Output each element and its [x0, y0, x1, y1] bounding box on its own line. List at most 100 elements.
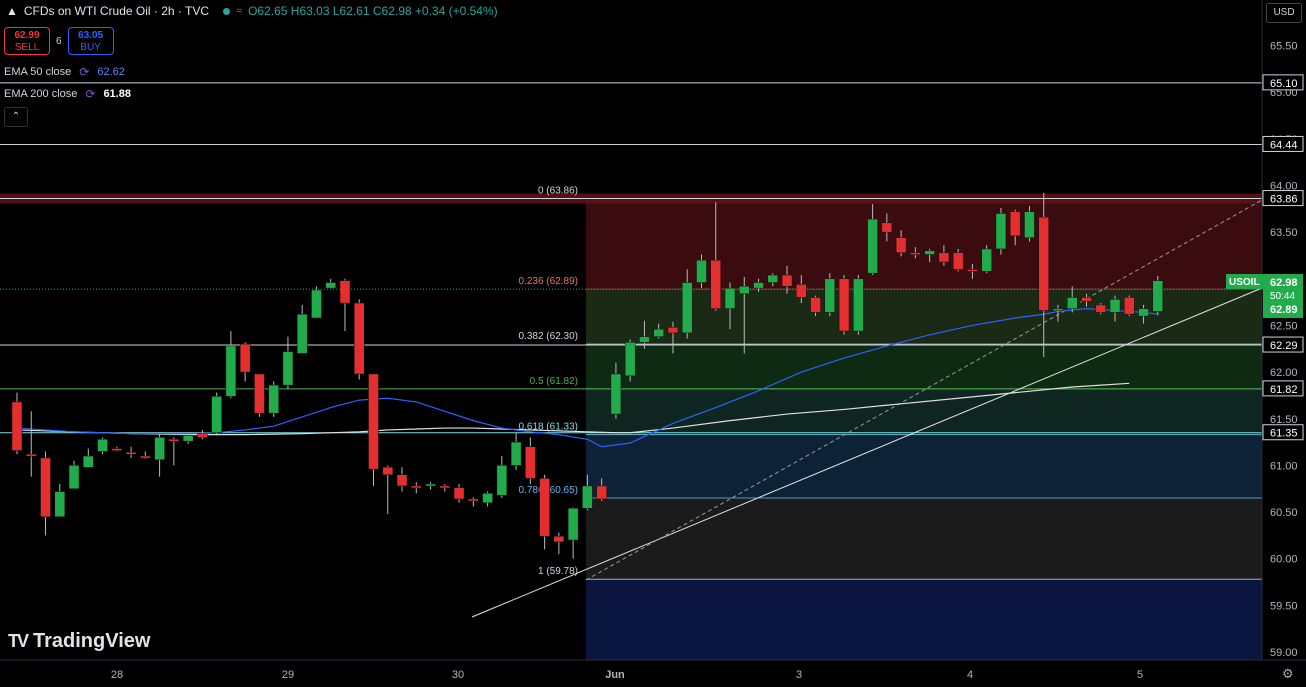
candle-body	[282, 351, 294, 386]
candle-body	[696, 259, 707, 283]
candle-body	[853, 278, 864, 332]
indicator-ema50[interactable]: EMA 50 close ⟳ 62.62	[4, 65, 125, 79]
candle-body	[867, 218, 878, 274]
candle-body	[268, 384, 279, 414]
last-price-text: 62.98	[1270, 277, 1298, 289]
candle-body	[411, 485, 422, 489]
y-tick-label: 59.50	[1270, 600, 1298, 612]
currency-selector[interactable]: USD	[1266, 3, 1302, 23]
candle-body	[1066, 297, 1078, 309]
collapse-legend-button[interactable]: ⌃	[4, 107, 28, 127]
candle-body	[582, 485, 593, 509]
candle-body	[767, 274, 779, 283]
candle-body	[667, 327, 679, 334]
candle-body	[639, 336, 650, 343]
y-tick-label: 65.50	[1270, 41, 1298, 53]
level-price-text: 62.89	[1270, 304, 1298, 316]
candle-body	[1095, 304, 1107, 313]
settings-icon[interactable]: ⚙	[1282, 666, 1294, 682]
price-label-text: 62.29	[1270, 340, 1298, 352]
candle-body	[525, 446, 536, 479]
candle-body	[111, 448, 123, 451]
candle-body	[510, 441, 522, 466]
ohlc-values: O62.65 H63.03 L62.61 C62.98 +0.34 (+0.54…	[248, 4, 498, 18]
candle-body	[296, 314, 308, 354]
sell-price: 62.99	[14, 30, 40, 41]
candle-body	[197, 433, 208, 438]
candle-body	[681, 282, 693, 334]
candle-body	[311, 289, 322, 319]
candle-body	[838, 278, 850, 332]
candle-body	[1124, 297, 1135, 315]
fib-zone	[586, 434, 1262, 499]
x-tick-label: Jun	[605, 669, 625, 681]
fib-label: 0.5 (61.82)	[530, 376, 578, 387]
candle-body	[881, 222, 893, 233]
candle-body	[368, 373, 379, 470]
y-tick-label: 59.00	[1270, 647, 1298, 659]
candle-body	[1081, 297, 1092, 302]
y-tick-label: 61.00	[1270, 460, 1298, 472]
candle-body	[353, 302, 365, 375]
spread-value: 6	[56, 35, 62, 47]
brand-name: TradingView	[33, 630, 151, 652]
candle-body	[68, 465, 80, 489]
candle-body	[753, 282, 764, 289]
market-status-icon	[223, 7, 231, 15]
candle-body	[624, 341, 636, 377]
candle-body	[610, 373, 622, 415]
candle-body	[396, 474, 408, 487]
buy-button[interactable]: 63.05 BUY	[67, 27, 114, 55]
y-tick-label: 62.00	[1270, 367, 1298, 379]
candle-body	[439, 485, 451, 489]
buy-price: 63.05	[78, 30, 104, 41]
price-label-text: 63.86	[1270, 194, 1298, 206]
countdown-text: 50:44	[1270, 291, 1295, 302]
candle-body	[211, 396, 222, 433]
candle-body	[810, 297, 821, 313]
indicator-ema200[interactable]: EMA 200 close ⟳ 61.88	[4, 87, 131, 101]
sell-button[interactable]: 62.99 SELL	[4, 27, 50, 55]
price-label-text: 64.44	[1270, 139, 1298, 151]
candle-body	[653, 328, 664, 337]
candle-body	[382, 467, 394, 475]
sell-label: SELL	[14, 42, 40, 53]
candle-body	[1138, 308, 1149, 317]
x-tick-label: 29	[282, 669, 294, 681]
price-chart[interactable]: 0 (63.86) 0.236 (62.89) 0.382 (62.30) 0.5 (…	[0, 0, 1306, 687]
candle-body	[339, 280, 351, 304]
candle-body	[54, 491, 66, 517]
candle-body	[924, 250, 935, 255]
candle-body	[1152, 280, 1164, 312]
x-tick-label: 5	[1137, 669, 1143, 681]
fib-label: 0.382 (62.30)	[519, 331, 579, 342]
fib-zone	[586, 388, 1262, 435]
candle-body	[724, 287, 736, 309]
candle-body	[239, 343, 251, 373]
loading-icon: ⟳	[79, 65, 90, 79]
candle-body	[553, 536, 565, 543]
candle-body	[895, 237, 907, 253]
candle-body	[567, 508, 579, 541]
candle-body	[739, 286, 750, 294]
fib-zone	[586, 344, 1262, 389]
candle-body	[154, 437, 165, 461]
x-tick-label: 3	[796, 669, 802, 681]
candle-body	[325, 282, 336, 289]
indicator-value: 62.62	[97, 66, 125, 78]
candle-body	[254, 373, 265, 414]
candle-body	[967, 269, 978, 272]
tradingview-icon: TV	[8, 631, 29, 651]
chart-header: ▲ CFDs on WTI Crude Oil · 2h · TVC ≈ O62…	[6, 4, 498, 18]
candle-body	[824, 278, 836, 313]
y-tick-label: 61.50	[1270, 414, 1298, 426]
candle-body	[938, 252, 950, 263]
candle-body	[225, 345, 237, 397]
candle-body	[97, 439, 108, 452]
fib-zone	[586, 579, 1262, 660]
y-tick-label: 60.50	[1270, 507, 1298, 519]
candle-body	[596, 485, 607, 500]
symbol-icon: ▲	[6, 4, 18, 18]
candle-body	[468, 498, 479, 502]
symbol-title[interactable]: CFDs on WTI Crude Oil · 2h · TVC	[24, 4, 209, 18]
